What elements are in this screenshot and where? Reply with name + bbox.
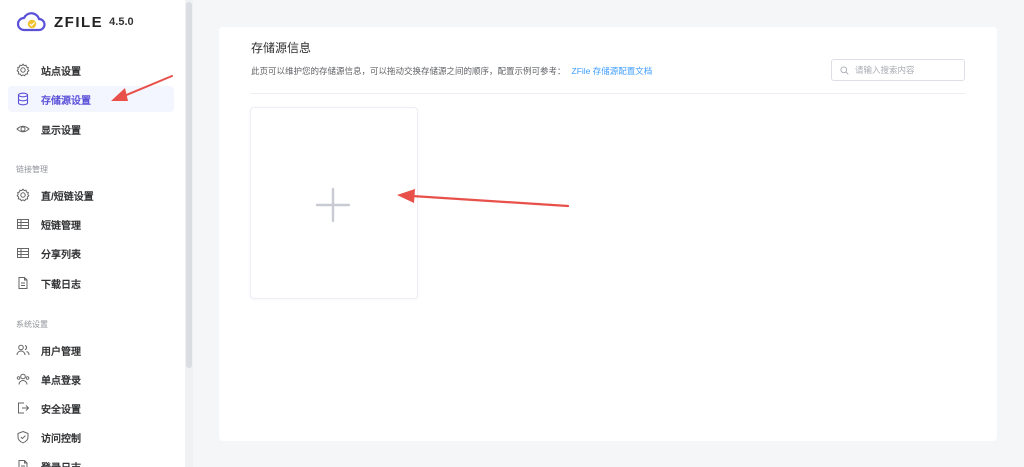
gear-icon: [16, 188, 30, 202]
sidebar-item-short-link-manage[interactable]: 短链管理: [8, 211, 174, 237]
gear-icon: [16, 63, 30, 77]
sidebar-item-login-log[interactable]: 登录日志: [8, 453, 174, 467]
sidebar-item-label: 登录日志: [41, 459, 81, 467]
sidebar-item-sso[interactable]: 单点登录: [8, 366, 174, 392]
sidebar-item-label: 单点登录: [41, 375, 81, 387]
description-text: 此页可以维护您的存储源信息，可以拖动交换存储源之间的顺序，配置示例可参考：: [251, 66, 566, 76]
sidebar-item-link-settings[interactable]: 直/短链设置: [8, 182, 174, 208]
search-icon: [840, 65, 849, 75]
sidebar-item-label: 存储源设置: [41, 95, 91, 107]
page-title: 存储源信息: [251, 41, 312, 55]
database-icon: [16, 92, 30, 106]
user-group-icon: [16, 372, 30, 386]
file-icon: [16, 276, 30, 290]
divider: [251, 93, 965, 94]
sidebar-item-label: 访问控制: [41, 433, 81, 445]
eye-icon: [16, 122, 30, 136]
group-title-system: 系统设置: [16, 320, 48, 329]
sidebar-item-share-list[interactable]: 分享列表: [8, 240, 174, 266]
shield-icon: [16, 430, 30, 444]
storage-info-card: 存储源信息 此页可以维护您的存储源信息，可以拖动交换存储源之间的顺序，配置示例可…: [219, 27, 997, 441]
app-logo[interactable]: ZFILE 4.5.0: [16, 10, 134, 34]
sidebar-item-label: 分享列表: [41, 249, 81, 261]
sidebar-item-user-manage[interactable]: 用户管理: [8, 337, 174, 363]
sidebar-item-label: 用户管理: [41, 346, 81, 358]
sidebar-item-download-log[interactable]: 下载日志: [8, 270, 174, 296]
app-name: ZFILE: [54, 13, 104, 31]
sidebar-item-label: 显示设置: [41, 125, 81, 137]
plus-icon: [315, 187, 351, 223]
scrollbar-thumb[interactable]: [186, 2, 192, 368]
search-input[interactable]: [853, 64, 957, 76]
group-title-link: 链接管理: [16, 165, 48, 174]
sidebar-item-display-settings[interactable]: 显示设置: [8, 116, 174, 142]
sidebar-item-label: 直/短链设置: [41, 191, 94, 203]
table-icon: [16, 217, 30, 231]
sidebar-item-storage-settings[interactable]: 存储源设置: [8, 86, 174, 112]
users-icon: [16, 343, 30, 357]
doc-link[interactable]: ZFile 存储源配置文档: [572, 66, 653, 76]
sidebar: ZFILE 4.5.0 站点设置 存储源设置 显示设置 链接管理 直/短链设置 …: [0, 0, 185, 467]
search-box[interactable]: [831, 59, 965, 81]
sidebar-item-security-settings[interactable]: 安全设置: [8, 395, 174, 421]
sidebar-item-label: 下载日志: [41, 279, 81, 291]
page-description: 此页可以维护您的存储源信息，可以拖动交换存储源之间的顺序，配置示例可参考： ZFi…: [251, 65, 652, 77]
app-version: 4.5.0: [109, 16, 134, 28]
sidebar-item-site-settings[interactable]: 站点设置: [8, 57, 174, 83]
sidebar-scrollbar[interactable]: [185, 0, 193, 467]
sidebar-item-label: 安全设置: [41, 404, 81, 416]
sidebar-item-label: 短链管理: [41, 220, 81, 232]
logout-icon: [16, 401, 30, 415]
table-icon: [16, 246, 30, 260]
sidebar-item-access-control[interactable]: 访问控制: [8, 424, 174, 450]
add-storage-button[interactable]: [250, 107, 418, 299]
sidebar-item-label: 站点设置: [41, 66, 81, 78]
cloud-logo-icon: [16, 11, 46, 33]
file-icon: [16, 459, 30, 467]
